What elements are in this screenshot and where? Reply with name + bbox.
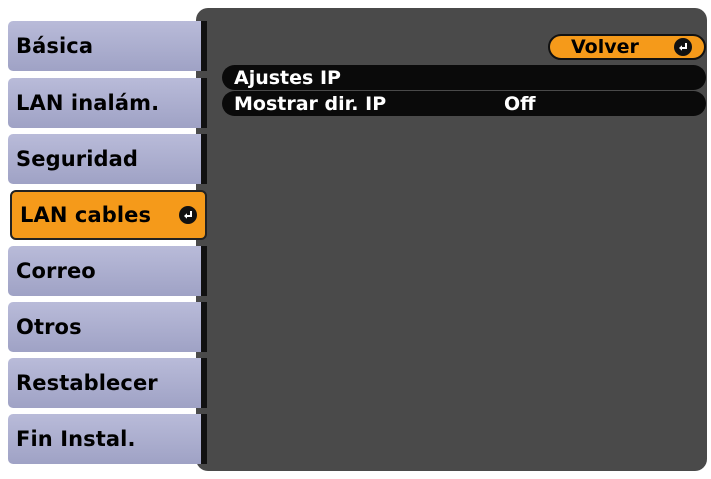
menu-item-label: Otros — [16, 315, 82, 339]
menu-item-label: Básica — [16, 34, 94, 58]
back-button-label: Volver — [571, 36, 639, 58]
back-button[interactable]: Volver — [548, 34, 706, 60]
menu-item-label: Fin Instal. — [16, 427, 136, 451]
enter-icon — [674, 38, 692, 56]
menu-item-label: LAN cables — [20, 203, 152, 227]
menu-item-lan-inalam[interactable]: LAN inalám. — [8, 78, 207, 128]
menu-item-basica[interactable]: Básica — [8, 21, 207, 71]
menu-item-lan-cables[interactable]: LAN cables — [10, 190, 207, 240]
menu-item-correo[interactable]: Correo — [8, 246, 207, 296]
menu-item-label: LAN inalám. — [16, 91, 160, 115]
menu-item-fin-instal[interactable]: Fin Instal. — [8, 414, 207, 464]
setting-row-mostrar-dir-ip[interactable]: Mostrar dir. IP Off — [222, 91, 706, 116]
menu-item-label: Seguridad — [16, 147, 139, 171]
menu-item-label: Correo — [16, 259, 96, 283]
projector-network-menu: Básica LAN inalám. Seguridad LAN cables … — [0, 0, 711, 479]
setting-row-ajustes-ip[interactable]: Ajustes IP — [222, 65, 706, 90]
menu-item-seguridad[interactable]: Seguridad — [8, 134, 207, 184]
menu-item-restablecer[interactable]: Restablecer — [8, 358, 207, 408]
setting-label: Mostrar dir. IP — [234, 92, 387, 115]
menu-item-otros[interactable]: Otros — [8, 302, 207, 352]
menu-item-label: Restablecer — [16, 371, 158, 395]
setting-label: Ajustes IP — [234, 66, 341, 89]
setting-value: Off — [504, 92, 536, 115]
enter-icon — [179, 206, 197, 224]
